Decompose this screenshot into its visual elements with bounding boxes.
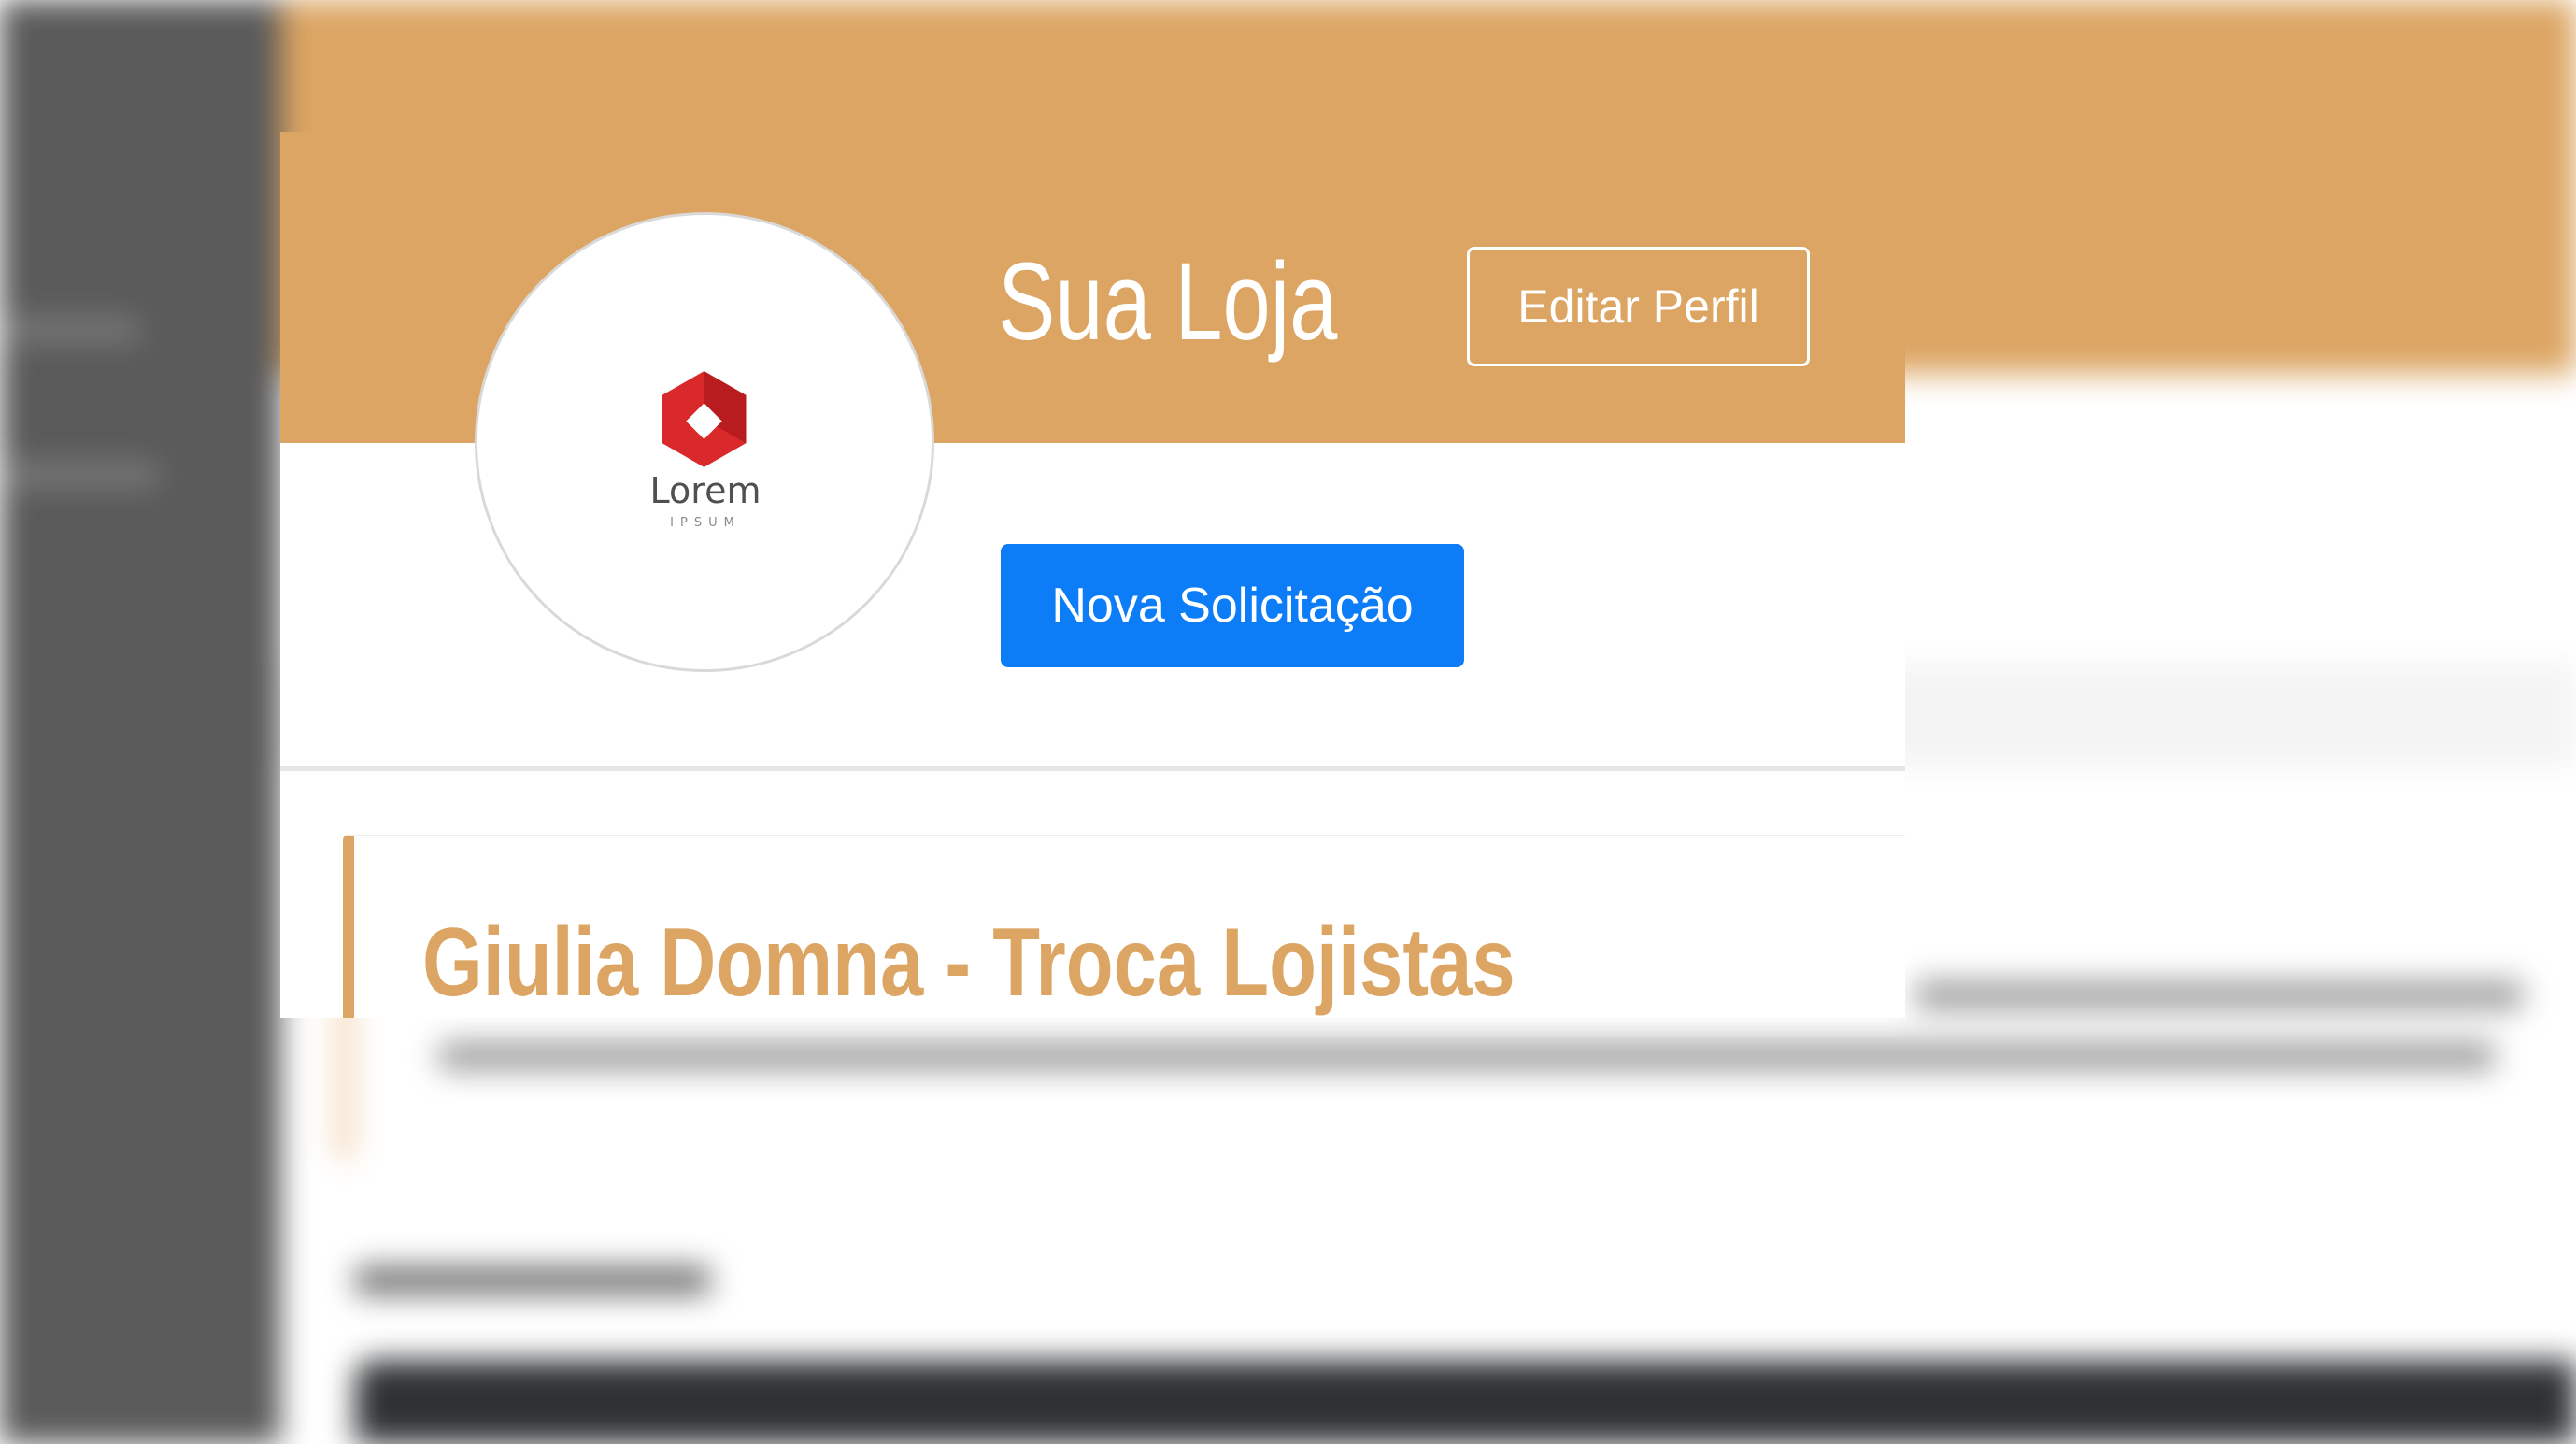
store-name: Sua Loja (998, 240, 1338, 364)
sidebar-item[interactable] (0, 318, 140, 342)
divider (280, 766, 1905, 771)
section-title: Giulia Domna - Troca Lojistas (422, 908, 1516, 1017)
edit-profile-button[interactable]: Editar Perfil (1467, 247, 1810, 366)
sidebar (0, 0, 280, 1444)
sidebar-item[interactable] (0, 463, 159, 487)
table-header-bar (355, 1360, 2576, 1444)
text-line (1915, 981, 2523, 1009)
text-line (439, 1042, 2495, 1070)
logo-text: Lorem (649, 470, 761, 511)
lorem-ipsum-logo-icon (662, 371, 747, 467)
store-profile-card: Lorem IPSUM Sua Loja Editar Perfil Nova … (280, 132, 1905, 1018)
new-request-button[interactable]: Nova Solicitação (1001, 544, 1464, 667)
text-line (355, 1266, 710, 1294)
logo-subtext: IPSUM (670, 516, 741, 530)
